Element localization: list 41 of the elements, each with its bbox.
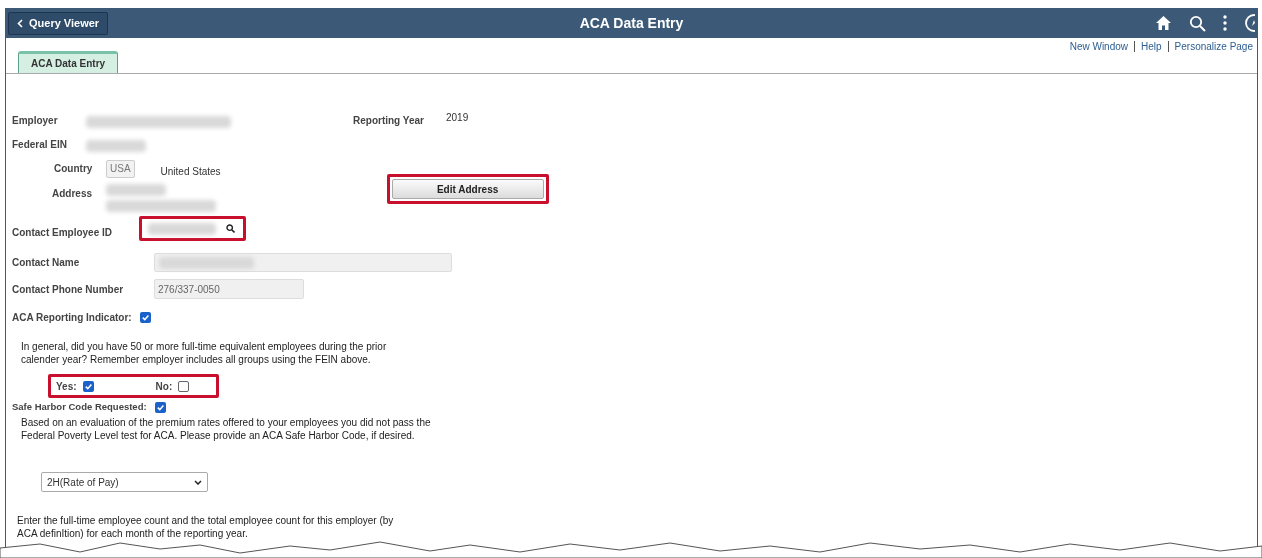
checkbox[interactable] [178, 380, 190, 392]
checkbox[interactable] [82, 380, 94, 392]
page-tab[interactable]: ACA Data Entry [18, 51, 119, 73]
edit-address-button[interactable]: Edit Address [391, 179, 544, 199]
home-icon[interactable] [1155, 15, 1172, 31]
header-link[interactable]: Personalize Page [1174, 39, 1253, 54]
field-label: Federal EIN [12, 138, 69, 152]
phone-field[interactable]: 276/337-0050 [154, 279, 304, 299]
more-options-icon[interactable] [1223, 15, 1227, 31]
search-icon [226, 224, 235, 233]
header-link[interactable]: Help [1141, 39, 1162, 54]
country-name: United States [160, 165, 221, 179]
count-instructions: Enter the full-time employee count and the total employee count for this employer (by ACA definItion) for each month of the reporting year. [17, 514, 395, 541]
reporting-year-value: 2019 [446, 111, 469, 125]
field-label: Contact Employee ID [12, 226, 114, 240]
page-title: ACA Data Entry [579, 13, 684, 33]
country-code-field[interactable]: USA [106, 159, 135, 178]
redacted-text [106, 184, 166, 196]
contact-name-field[interactable] [154, 253, 452, 272]
chevron-down-icon [194, 479, 202, 485]
field-label: Address [52, 187, 93, 201]
field-label: Employer [12, 114, 59, 128]
safe-harbor-note: Based on an evaluation of the premium rates offered to your employees you did not pass the Federal Poverty Level test for ACA. Please provide an ACA Safe Harbor Code, if desired. [21, 416, 432, 443]
redacted-text [86, 140, 146, 152]
question-text: In general, did you have 50 or more full-time equivalent employees during the prior calender year? Remember employer includes all groups using the FEIN above. [21, 340, 388, 366]
search-icon[interactable] [1189, 14, 1206, 32]
field-label: Country [54, 162, 94, 176]
field-label: ACA Reporting Indicator: [12, 311, 132, 325]
field-label: Contact Name [12, 256, 81, 270]
checkbox[interactable] [154, 401, 166, 413]
header-link[interactable]: New Window [1069, 39, 1129, 54]
checkbox[interactable] [139, 312, 151, 323]
chevron-left-icon [17, 18, 23, 28]
field-label: Reporting Year [353, 114, 425, 128]
field-label: Contact Phone Number [12, 282, 125, 297]
option-label: No: [155, 379, 173, 394]
safe-harbor-dropdown[interactable]: 2H(Rate of Pay) [41, 472, 208, 493]
option-label: Yes: [56, 379, 77, 394]
field-label: Safe Harbor Code Requested: [12, 400, 147, 414]
redacted-text [148, 222, 216, 235]
back-button[interactable]: Query Viewer [8, 11, 109, 35]
